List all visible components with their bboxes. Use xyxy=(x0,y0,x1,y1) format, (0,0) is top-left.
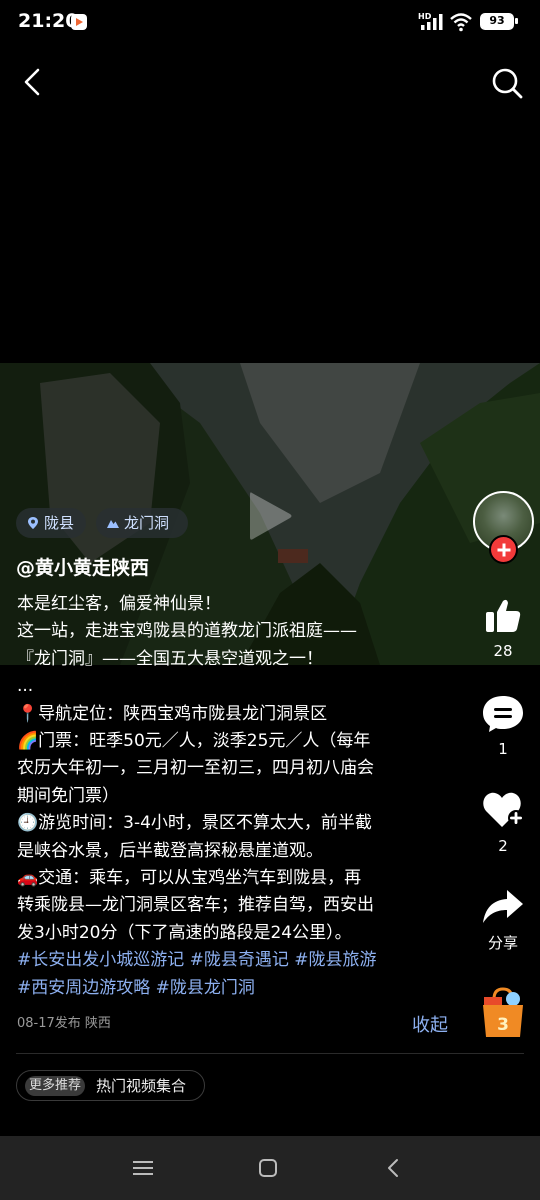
battery-icon: 93 xyxy=(480,13,518,30)
description-line: 📍导航定位：陕西宝鸡市陇县龙门洞景区 xyxy=(17,703,328,724)
divider xyxy=(16,1053,524,1054)
description-line: 🌈门票：旺季50元／人，淡季25元／人（每年 xyxy=(17,731,371,752)
comment-icon xyxy=(483,696,523,732)
description-line: 转乘陇县—龙门洞景区客车；推荐自驾，西安出 xyxy=(17,895,374,916)
description-line: 农历大年初一，三月初一至初三，四月初八庙会 xyxy=(17,758,374,779)
system-nav-bar xyxy=(0,1136,540,1200)
description-line: 是峡谷水景，后半截登高探秘悬崖道观。 xyxy=(17,840,323,861)
collect-count: 2 xyxy=(498,837,508,855)
post-description: 本是红尘客，偏爱神仙景！ 这一站，走进宝鸡陇县的道教龙门派祖庭—— 『龙门洞』—… xyxy=(17,591,457,1002)
thumbs-up-icon xyxy=(486,599,521,632)
like-button[interactable]: 28 xyxy=(472,596,534,660)
play-icon[interactable] xyxy=(246,489,296,543)
location-chip-label: 陇县 xyxy=(44,514,75,532)
like-count: 28 xyxy=(493,642,513,660)
back-button[interactable] xyxy=(14,62,54,102)
signal-icon xyxy=(421,14,443,30)
wifi-icon xyxy=(450,13,472,32)
app-notification-icon xyxy=(71,14,87,30)
nav-back-icon[interactable] xyxy=(382,1156,406,1180)
description-line: 🕘游览时间：3-4小时，景区不算太大，前半截 xyxy=(17,813,372,834)
description-line: 『龙门洞』——全国五大悬空道观之一！ xyxy=(17,648,323,669)
menu-icon[interactable] xyxy=(131,1156,155,1180)
more-recommend-button[interactable]: 更多推荐 热门视频集合 xyxy=(16,1070,205,1101)
comment-button[interactable]: 1 xyxy=(472,694,534,758)
more-recommend-label: 热门视频集合 xyxy=(96,1077,187,1095)
description-line: ... xyxy=(17,676,34,697)
collect-button[interactable]: 2 xyxy=(472,787,534,855)
status-time: 21:20 xyxy=(18,10,79,32)
post-meta: 08-17发布 陕西 xyxy=(17,1016,111,1031)
battery-level: 93 xyxy=(481,14,513,29)
search-button[interactable] xyxy=(486,62,528,104)
share-label: 分享 xyxy=(487,934,518,952)
more-recommend-badge: 更多推荐 xyxy=(25,1076,86,1096)
description-line: 期间免门票） xyxy=(17,785,119,806)
follow-button[interactable] xyxy=(489,535,518,564)
share-button[interactable]: 分享 xyxy=(472,888,534,953)
mountain-icon xyxy=(107,520,119,528)
hashtag-line[interactable]: #西安周边游攻略 #陇县龙门洞 xyxy=(17,975,457,1002)
shop-badge: 3 xyxy=(497,1015,509,1035)
location-chip[interactable]: 陇县 xyxy=(16,508,86,538)
share-arrow-icon xyxy=(483,890,523,923)
heart-add-icon xyxy=(483,792,524,827)
scenic-spot-chip[interactable]: 龙门洞 xyxy=(96,508,188,538)
status-bar: 21:20 HD 93 xyxy=(0,0,540,44)
location-pin-icon xyxy=(28,517,38,529)
comment-count: 1 xyxy=(498,740,508,758)
author-name[interactable]: @黄小黄走陕西 xyxy=(16,553,149,580)
description-line: 这一站，走进宝鸡陇县的道教龙门派祖庭—— xyxy=(17,621,357,642)
description-line: 🚗交通：乘车，可以从宝鸡坐汽车到陇县，再 xyxy=(17,868,362,889)
description-line: 发3小时20分（下了高速的路段是24公里）。 xyxy=(17,922,352,943)
hashtag-line[interactable]: #长安出发小城巡游记 #陇县奇遇记 #陇县旅游 xyxy=(17,947,457,974)
home-icon[interactable] xyxy=(256,1156,280,1180)
shopping-bag-icon[interactable]: 3 xyxy=(480,987,526,1039)
scenic-spot-chip-label: 龙门洞 xyxy=(124,514,170,532)
collapse-button[interactable]: 收起 xyxy=(412,1011,448,1037)
description-line: 本是红尘客，偏爱神仙景！ xyxy=(17,594,221,614)
